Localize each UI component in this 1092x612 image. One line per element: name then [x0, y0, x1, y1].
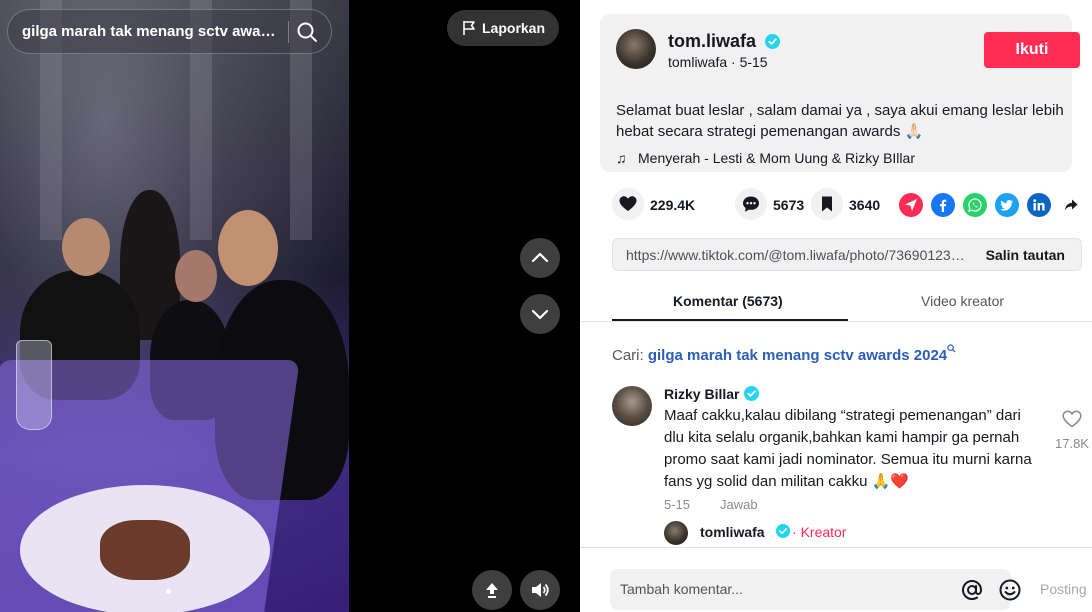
linkedin-icon — [1033, 199, 1045, 211]
share-linkedin-button[interactable] — [1027, 193, 1051, 217]
verified-badge-icon — [765, 34, 780, 49]
search-divider — [288, 21, 289, 43]
comment-count: 5673 — [773, 197, 805, 213]
share-twitter-button[interactable] — [995, 193, 1019, 217]
post-url[interactable]: https://www.tiktok.com/@tom.liwafa/photo… — [626, 247, 966, 263]
comment-composer: Tambah komentar... Posting — [580, 547, 1092, 612]
twitter-icon — [1000, 200, 1013, 211]
comment-tabs: Komentar (5673) Video kreator — [580, 286, 1092, 322]
music-title: Menyerah - Lesti & Mom Uung & Rizky BIll… — [638, 150, 915, 166]
comment-icon — [743, 196, 759, 212]
carousel-indicator — [166, 589, 171, 594]
comment-like[interactable]: 17.8K — [1052, 410, 1092, 451]
comment-date: 5-15 — [664, 497, 691, 512]
send-icon — [905, 199, 917, 211]
bookmark-icon — [822, 196, 832, 212]
scroll-top-button[interactable] — [472, 570, 512, 610]
comment-button[interactable] — [735, 188, 767, 220]
tab-comments[interactable]: Komentar (5673) — [673, 293, 783, 309]
face-right — [218, 210, 278, 286]
action-bar: 229.4K 5673 3640 — [600, 188, 1078, 222]
author-handle-date: tomliwafa · 5-15 — [668, 54, 768, 70]
related-search[interactable]: Cari: gilga marah tak menang sctv awards… — [612, 344, 956, 364]
share-arrow-icon — [1064, 199, 1078, 211]
verified-badge-icon — [776, 524, 790, 538]
reply-button[interactable]: Jawab — [720, 497, 758, 512]
reply-author[interactable]: tomliwafa — [700, 524, 765, 540]
previous-button[interactable] — [520, 238, 560, 278]
share-facebook-button[interactable] — [931, 193, 955, 217]
emoji-icon[interactable] — [998, 578, 1022, 602]
mention-icon[interactable] — [960, 578, 984, 602]
dinner-food — [100, 520, 190, 580]
copy-link-box: https://www.tiktok.com/@tom.liwafa/photo… — [612, 238, 1082, 271]
chevron-up-icon — [531, 252, 549, 263]
post-info-card: tom.liwafa tomliwafa · 5-15 Ikuti Selama… — [600, 14, 1080, 172]
creator-badge: · Kreator — [792, 524, 846, 540]
chevron-down-icon — [531, 309, 549, 320]
follow-button[interactable]: Ikuti — [984, 32, 1080, 68]
commenter-name[interactable]: Rizky Billar — [664, 386, 739, 402]
report-label: Laporkan — [482, 20, 546, 36]
verified-badge-icon — [744, 386, 759, 401]
search-icon — [947, 344, 956, 353]
save-count: 3640 — [849, 197, 881, 213]
save-button[interactable] — [811, 188, 843, 220]
creator-badge-dot: · — [792, 524, 797, 540]
facebook-icon — [940, 199, 947, 212]
share-repost-button[interactable] — [899, 193, 923, 217]
comment-like-count: 17.8K — [1055, 436, 1089, 451]
details-panel: tom.liwafa tomliwafa · 5-15 Ikuti Selama… — [580, 0, 1092, 612]
music-note-icon: ♫ — [616, 150, 627, 166]
search-input[interactable]: gilga marah tak menang sctv awards 2024 — [22, 23, 280, 40]
music-link[interactable]: ♫ Menyerah - Lesti & Mom Uung & Rizky BIl… — [616, 150, 915, 166]
post-caption: Selamat buat leslar , salam damai ya , s… — [616, 102, 1064, 140]
tab-creator-videos[interactable]: Video kreator — [921, 293, 1004, 309]
share-whatsapp-button[interactable] — [963, 193, 987, 217]
tiktok-photo-viewer: gilga marah tak menang sctv awards 2024 … — [0, 0, 1092, 612]
heart-outline-icon — [1062, 410, 1082, 428]
comment-text: Maaf cakku,kalau dibilang “strategi peme… — [664, 407, 1032, 490]
share-more-button[interactable] — [1059, 193, 1083, 217]
next-button[interactable] — [520, 294, 560, 334]
comment-input[interactable]: Tambah komentar... — [610, 569, 1021, 610]
like-button[interactable] — [612, 188, 644, 220]
arrow-up-icon — [486, 583, 498, 598]
post-comment-button[interactable]: Posting — [1040, 581, 1087, 597]
search-icon[interactable] — [296, 21, 318, 43]
volume-icon — [532, 583, 549, 597]
report-button[interactable]: Laporkan — [447, 10, 559, 46]
related-search-term[interactable]: gilga marah tak menang sctv awards 2024 — [648, 347, 947, 364]
avatar[interactable] — [616, 29, 656, 69]
like-count: 229.4K — [650, 197, 696, 213]
comment-meta: 5-15 Jawab — [664, 497, 758, 512]
face-middle — [175, 250, 217, 302]
comment-placeholder[interactable]: Tambah komentar... — [620, 581, 743, 597]
author-username[interactable]: tom.liwafa — [668, 31, 756, 52]
active-tab-indicator — [612, 319, 848, 321]
commenter-avatar[interactable] — [612, 386, 652, 426]
flag-icon — [463, 21, 475, 35]
volume-button[interactable] — [520, 570, 560, 610]
creator-reply-preview[interactable]: tomliwafa · Kreator — [664, 521, 964, 545]
creator-badge-label: Kreator — [800, 524, 847, 540]
search-bar[interactable]: gilga marah tak menang sctv awards 2024 — [7, 9, 332, 54]
post-photo[interactable] — [0, 0, 349, 612]
media-pane: gilga marah tak menang sctv awards 2024 … — [0, 0, 580, 612]
avatar[interactable] — [664, 521, 688, 545]
face-left — [62, 218, 110, 276]
heart-icon — [619, 196, 637, 211]
copy-link-button[interactable]: Salin tautan — [986, 247, 1065, 263]
whatsapp-icon — [968, 198, 982, 212]
water-glass — [16, 340, 52, 430]
related-search-prefix: Cari: — [612, 347, 644, 364]
